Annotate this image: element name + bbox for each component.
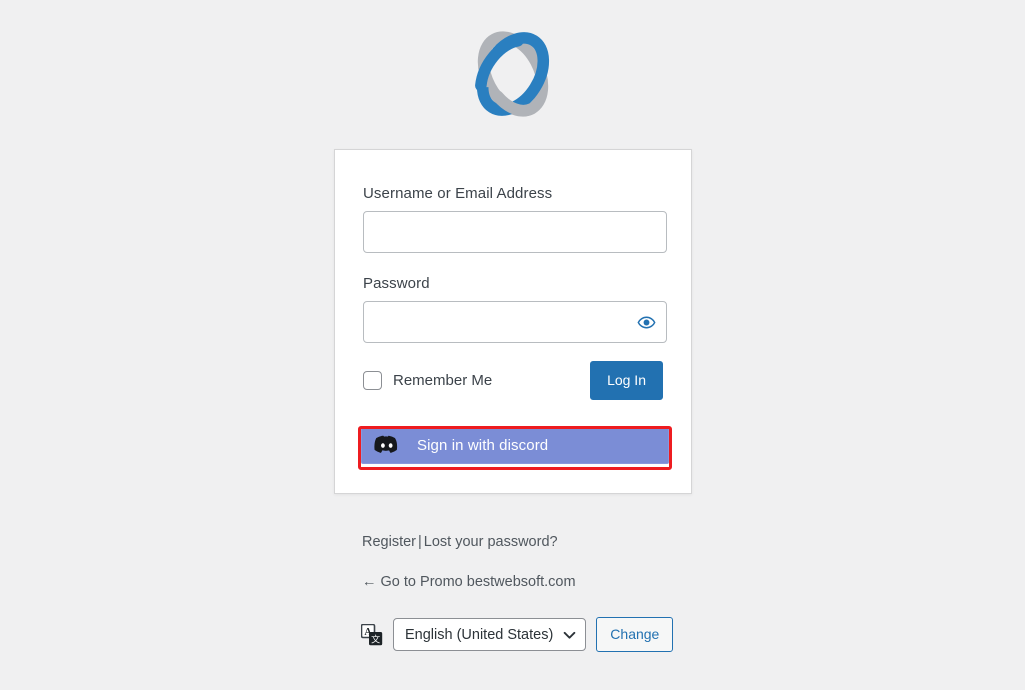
language-select[interactable]: English (United States)	[393, 618, 587, 651]
discord-icon	[374, 435, 398, 453]
password-field-block: Password	[363, 274, 667, 343]
site-logo-wrapper	[0, 26, 1025, 122]
back-to-site-link[interactable]: ← Go to Promo bestwebsoft.com	[362, 574, 576, 590]
password-input-wrapper	[363, 301, 667, 343]
sign-in-with-discord-button[interactable]: Sign in with discord	[361, 426, 669, 464]
discord-login-zone: Sign in with discord	[358, 426, 672, 470]
lost-password-link[interactable]: Lost your password?	[424, 534, 558, 550]
eye-icon	[636, 316, 656, 328]
remember-and-submit-row: Remember Me Log In	[363, 361, 663, 400]
remember-me-label[interactable]: Remember Me	[393, 372, 492, 389]
chevron-down-icon	[564, 631, 576, 639]
log-in-button[interactable]: Log In	[590, 361, 663, 400]
language-switcher: A 文 English (United States) Change	[361, 617, 674, 652]
password-input[interactable]	[363, 301, 667, 343]
remember-me-checkbox[interactable]	[363, 371, 382, 390]
password-label: Password	[363, 275, 430, 292]
login-form: Username or Email Address Password Remem…	[334, 149, 692, 494]
username-field-block: Username or Email Address	[363, 184, 667, 253]
links-separator: |	[418, 534, 422, 550]
bestwebsoft-logo-icon	[474, 31, 549, 117]
site-logo-link[interactable]	[465, 26, 561, 122]
svg-text:文: 文	[371, 633, 380, 645]
change-language-button[interactable]: Change	[596, 617, 674, 652]
auth-links-row: Register | Lost your password?	[362, 534, 558, 550]
translate-icon: A 文	[361, 623, 383, 645]
toggle-password-visibility-button[interactable]	[626, 302, 666, 342]
username-input[interactable]	[363, 211, 667, 253]
register-link[interactable]: Register	[362, 534, 416, 550]
remember-me-group[interactable]: Remember Me	[363, 371, 492, 390]
language-select-value: English (United States)	[405, 626, 554, 643]
sign-in-with-discord-label: Sign in with discord	[417, 436, 549, 454]
username-label: Username or Email Address	[363, 185, 553, 202]
login-page: Username or Email Address Password Remem…	[0, 0, 1025, 690]
